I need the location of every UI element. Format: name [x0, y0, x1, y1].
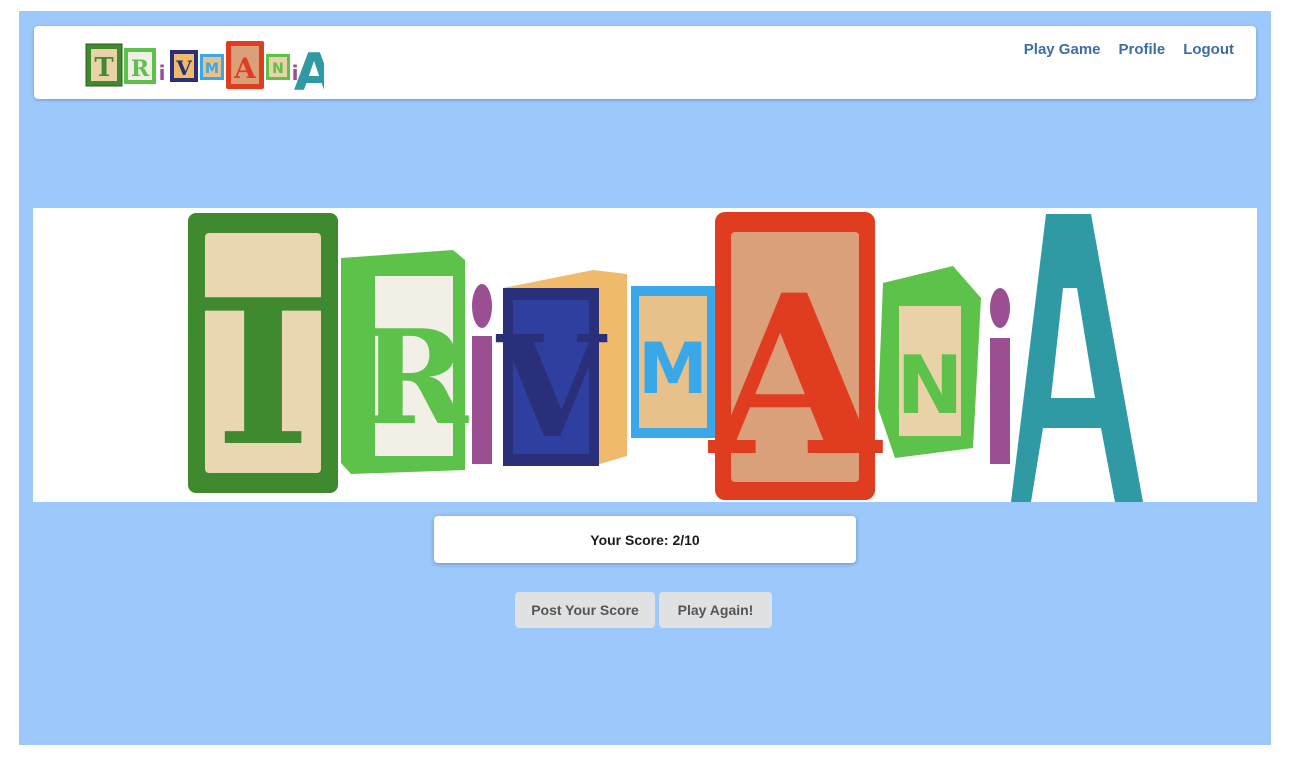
- nav-logout-link[interactable]: Logout: [1183, 41, 1234, 58]
- banner-stem-i1: [472, 336, 492, 464]
- banner-dot-i2: [990, 288, 1010, 328]
- logo-letter-a2: A: [294, 43, 324, 94]
- nav-menu: Play Game Profile Logout: [1024, 41, 1234, 58]
- logo-letter-t: T: [94, 53, 114, 83]
- logo-letter-m: M: [205, 61, 219, 77]
- nav-play-game-link[interactable]: Play Game: [1024, 41, 1101, 58]
- banner-letter-n: N: [897, 339, 964, 432]
- banner-stem-i2: [990, 338, 1010, 464]
- trivmania-banner-image: T R V M A N: [188, 212, 1143, 502]
- top-navbar: T R i V M A N i A Play Game Profile Logo…: [34, 26, 1256, 103]
- page-frame: T R i V M A N i A Play Game Profile Logo…: [19, 11, 1271, 745]
- logo-letter-n: N: [272, 61, 284, 77]
- play-again-button[interactable]: Play Again!: [659, 592, 772, 628]
- banner-letter-m: M: [638, 328, 708, 410]
- banner-letter-a1: A: [708, 246, 884, 502]
- banner-letter-t: T: [189, 256, 338, 491]
- logo-letter-v: V: [175, 56, 192, 80]
- logo-letter-r: R: [131, 56, 150, 82]
- banner-dot-i1: [472, 284, 492, 328]
- trivmania-logo-image: T R i V M A N i A: [85, 41, 334, 103]
- trivmania-logo[interactable]: T R i V M A N i A: [84, 38, 334, 103]
- logo-letter-a1: A: [233, 52, 257, 85]
- nav-profile-link[interactable]: Profile: [1119, 41, 1166, 58]
- score-text: Your Score: 2/10: [590, 531, 700, 548]
- result-actions: Post Your Score Play Again!: [515, 592, 772, 628]
- post-score-button[interactable]: Post Your Score: [515, 592, 655, 628]
- trivmania-banner: T R V M A N: [33, 208, 1257, 502]
- logo-letter-i1: i: [159, 61, 166, 85]
- banner-letter-v: V: [496, 306, 608, 470]
- banner-letter-r: R: [360, 301, 469, 454]
- score-panel: Your Score: 2/10: [434, 516, 856, 563]
